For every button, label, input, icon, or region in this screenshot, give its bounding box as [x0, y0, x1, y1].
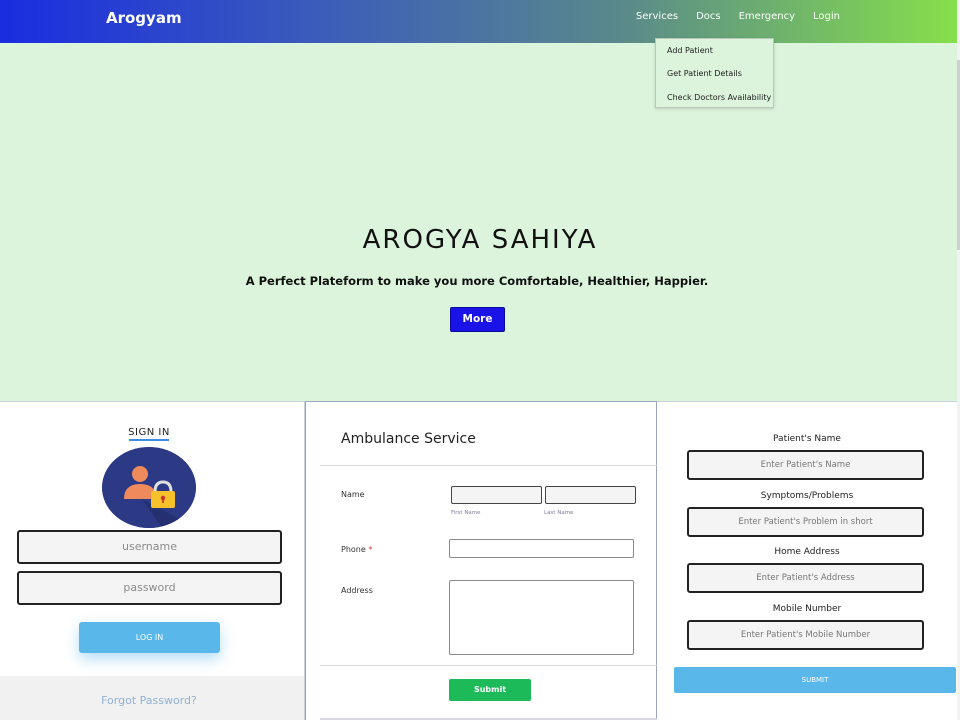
ambulance-panel: Ambulance Service Name First Name Last N…: [305, 401, 657, 720]
last-name-sublabel: Last Name: [544, 510, 574, 516]
symptoms-label: Symptoms/Problems: [760, 491, 854, 501]
home-address-input[interactable]: Enter Patient's Address: [687, 563, 924, 593]
signin-panel: SIGN IN username password LOG IN Forgot …: [0, 401, 305, 720]
address-label: Address: [341, 586, 373, 595]
hero-title: AROGYA SAHIYA: [362, 225, 598, 255]
brand-logo[interactable]: Arogyam: [106, 9, 182, 27]
navbar: Arogyam Services Docs Emergency Login: [0, 0, 960, 43]
patient-name-label: Patient's Name: [773, 434, 841, 444]
nav-docs[interactable]: Docs: [696, 11, 721, 22]
signin-underline: [129, 439, 169, 441]
phone-input[interactable]: [449, 539, 634, 558]
signin-title: SIGN IN: [128, 427, 170, 438]
home-address-label: Home Address: [774, 547, 840, 557]
dropdown-item-check-doctors-availability[interactable]: Check Doctors Availability: [656, 86, 773, 109]
hero-section: AROGYA SAHIYA A Perfect Plateform to mak…: [0, 43, 960, 401]
services-dropdown: Add Patient Get Patient Details Check Do…: [655, 38, 774, 108]
mobile-number-input[interactable]: Enter Patient's Mobile Number: [687, 620, 924, 650]
login-button[interactable]: LOG IN: [79, 622, 220, 653]
ambulance-divider-top: [320, 465, 657, 466]
nav-emergency[interactable]: Emergency: [739, 11, 795, 22]
dropdown-item-add-patient[interactable]: Add Patient: [656, 39, 773, 62]
patient-name-input[interactable]: Enter Patient's Name: [687, 450, 924, 480]
nav-services[interactable]: Services: [636, 11, 678, 22]
symptoms-input[interactable]: Enter Patient's Problem in short: [687, 507, 924, 537]
forgot-password-area: Forgot Password?: [0, 676, 304, 720]
dropdown-item-get-patient-details[interactable]: Get Patient Details: [656, 62, 773, 85]
name-label: Name: [341, 490, 365, 499]
first-name-input[interactable]: [451, 486, 542, 504]
ambulance-title: Ambulance Service: [341, 431, 476, 447]
phone-required-mark: *: [368, 545, 373, 554]
patient-submit-button[interactable]: SUBMIT: [674, 667, 956, 693]
nav-links: Services Docs Emergency Login: [636, 11, 840, 22]
ambulance-submit-button[interactable]: Submit: [449, 679, 531, 701]
patient-form-panel: Patient's Name Enter Patient's Name Symp…: [657, 401, 957, 720]
forgot-password-link[interactable]: Forgot Password?: [0, 694, 298, 707]
ambulance-divider-bottom: [320, 665, 657, 666]
last-name-input[interactable]: [545, 486, 636, 504]
user-lock-icon: [102, 447, 196, 528]
phone-label: Phone *: [341, 545, 372, 554]
username-input[interactable]: username: [17, 530, 282, 564]
hero-subtitle: A Perfect Plateform to make you more Com…: [245, 274, 709, 288]
phone-label-text: Phone: [341, 545, 366, 554]
first-name-sublabel: First Name: [451, 510, 481, 516]
more-button[interactable]: More: [450, 307, 505, 332]
address-textarea[interactable]: [449, 580, 634, 655]
mobile-number-label: Mobile Number: [772, 604, 842, 614]
password-input[interactable]: password: [17, 571, 282, 605]
nav-login[interactable]: Login: [813, 11, 840, 22]
